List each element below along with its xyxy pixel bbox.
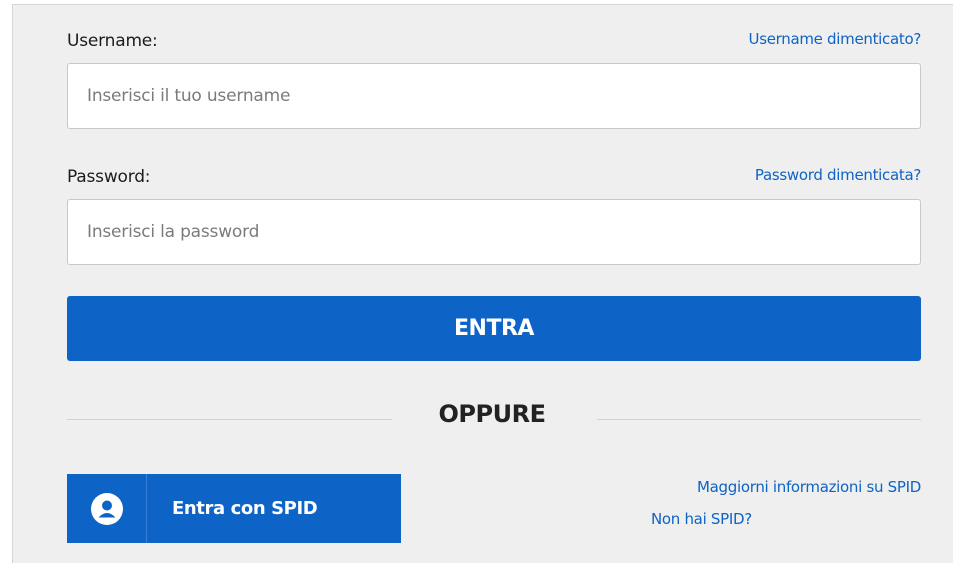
divider-line-right <box>597 419 921 420</box>
oppure-divider-text: OPPURE <box>438 400 546 428</box>
username-input[interactable] <box>68 64 920 128</box>
user-icon <box>90 492 123 525</box>
password-field[interactable] <box>67 199 921 265</box>
password-input[interactable] <box>68 200 920 264</box>
forgot-username-link[interactable]: Username dimenticato? <box>749 30 922 48</box>
spid-button-label: Entra con SPID <box>172 498 318 519</box>
divider-line-left <box>67 419 392 420</box>
password-label: Password: <box>67 167 151 187</box>
username-label: Username: <box>67 31 158 51</box>
forgot-password-link[interactable]: Password dimenticata? <box>755 166 921 184</box>
no-spid-link[interactable]: Non hai SPID? <box>651 510 752 528</box>
username-field[interactable] <box>67 63 921 129</box>
entra-button-label: ENTRA <box>454 316 534 341</box>
entra-button[interactable]: ENTRA <box>67 296 921 361</box>
spid-login-button[interactable]: Entra con SPID <box>67 474 401 543</box>
spid-icon-container <box>67 474 147 543</box>
spid-info-link[interactable]: Maggiorni informazioni su SPID <box>697 478 921 496</box>
